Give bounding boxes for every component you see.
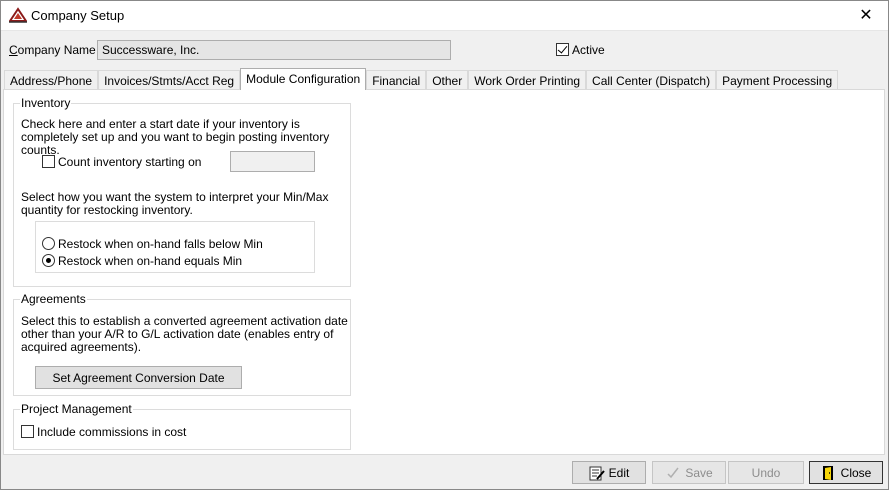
close-button[interactable]: Close [809,461,883,484]
edit-button[interactable]: Edit [572,461,646,484]
inventory-start-text-2: completely set up and you want to begin … [21,130,330,144]
agreements-text-3: acquired agreements). [21,340,142,354]
restock-below-min-radio[interactable] [42,237,55,250]
tab-invoices-stmts-acct-reg[interactable]: Invoices/Stmts/Acct Reg [98,70,241,90]
restock-equals-min-radio[interactable] [42,254,55,267]
tab-payment-processing[interactable]: Payment Processing [716,70,839,90]
undo-button[interactable]: Undo [728,461,804,484]
close-window-button[interactable]: ✕ [843,0,889,31]
count-inventory-checkbox[interactable] [42,155,55,168]
company-name-label: Company Name [9,43,96,57]
count-inventory-date-field[interactable] [230,151,315,172]
minmax-text-2: quantity for restocking inventory. [21,203,193,217]
set-agreement-conversion-date-button[interactable]: Set Agreement Conversion Date [35,366,242,389]
active-label: Active [572,43,605,57]
include-commissions-label: Include commissions in cost [37,425,187,439]
company-name-field[interactable]: Successware, Inc. [97,40,451,60]
active-checkbox[interactable] [556,43,569,56]
project-management-legend: Project Management [20,402,133,416]
inventory-group: Inventory Check here and enter a start d… [13,96,351,287]
restock-options-box: Restock when on-hand falls below Min Res… [35,221,315,273]
restock-equals-min-label: Restock when on-hand equals Min [58,254,243,268]
close-button-label: Close [840,465,872,480]
tab-strip: Address/Phone Invoices/Stmts/Acct Reg Mo… [4,68,839,90]
undo-button-label: Undo [751,465,781,480]
tab-address-phone[interactable]: Address/Phone [4,70,99,90]
save-button[interactable]: Save [652,461,726,484]
project-management-group: Project Management Include commissions i… [13,402,351,450]
app-icon [9,7,27,23]
tab-work-order-printing[interactable]: Work Order Printing [468,70,587,90]
agreements-legend: Agreements [20,292,87,306]
save-button-label: Save [685,465,713,480]
window-title: Company Setup [31,8,125,23]
door-exit-icon [822,465,833,480]
include-commissions-checkbox[interactable] [21,425,34,438]
agreements-group: Agreements Select this to establish a co… [13,292,351,396]
edit-button-label: Edit [608,465,630,480]
tab-module-configuration[interactable]: Module Configuration [240,68,367,90]
tab-call-center-dispatch[interactable]: Call Center (Dispatch) [586,70,717,90]
title-bar: Company Setup ✕ [0,0,889,31]
module-configuration-panel: Inventory Check here and enter a start d… [3,89,885,455]
count-inventory-label: Count inventory starting on [58,155,202,169]
restock-below-min-label: Restock when on-hand falls below Min [58,237,263,251]
tab-other[interactable]: Other [426,70,469,90]
inventory-legend: Inventory [20,96,72,110]
tab-financial[interactable]: Financial [366,70,427,90]
edit-icon [589,466,605,480]
save-check-icon [667,467,679,478]
